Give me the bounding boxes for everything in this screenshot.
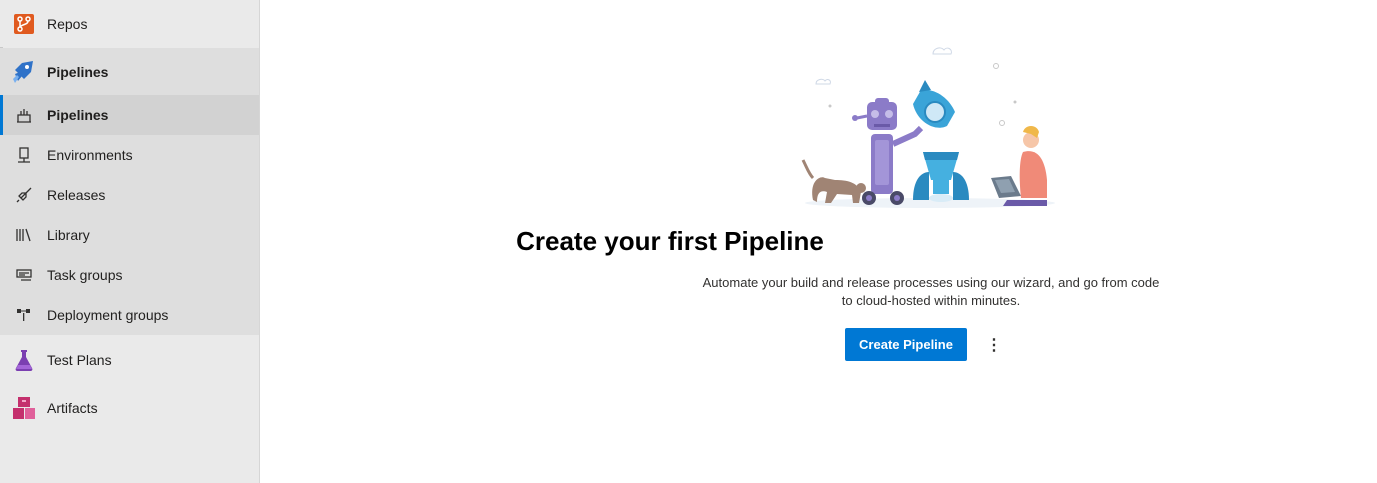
sidebar-item-pipelines[interactable]: Pipelines xyxy=(0,95,259,135)
page-title: Create your first Pipeline xyxy=(516,226,824,256)
deployment-groups-icon xyxy=(14,305,34,325)
pipeline-icon xyxy=(14,105,34,125)
sidebar-item-label: Artifacts xyxy=(47,400,98,416)
task-groups-icon xyxy=(14,265,34,285)
sidebar-item-artifacts[interactable]: Artifacts xyxy=(0,384,259,432)
repos-icon xyxy=(12,12,36,36)
pipelines-icon xyxy=(12,60,36,84)
sidebar-item-label: Task groups xyxy=(47,267,123,283)
create-pipeline-button[interactable]: Create Pipeline xyxy=(845,328,967,361)
environments-icon xyxy=(14,145,34,165)
sidebar-item-pipelines-group[interactable]: Pipelines xyxy=(0,48,259,96)
more-options-icon[interactable]: ⋮ xyxy=(983,333,1005,357)
rocket-icon xyxy=(14,185,34,205)
sidebar-item-repos[interactable]: Repos xyxy=(0,0,259,48)
sidebar-item-label: Deployment groups xyxy=(47,307,169,323)
pipeline-illustration xyxy=(795,40,1065,210)
sidebar-item-label: Repos xyxy=(47,16,88,32)
sidebar-item-label: Releases xyxy=(47,187,106,203)
sidebar-item-test-plans[interactable]: Test Plans xyxy=(0,336,259,384)
artifacts-icon xyxy=(12,396,36,420)
sidebar-item-releases[interactable]: Releases xyxy=(0,175,259,215)
sidebar-item-label: Environments xyxy=(47,147,133,163)
main-content: Create your first Pipeline Automate your… xyxy=(260,0,1377,483)
sidebar-item-environments[interactable]: Environments xyxy=(0,135,259,175)
sidebar-item-label: Test Plans xyxy=(47,352,112,368)
page-description: Automate your build and release processe… xyxy=(702,275,1160,308)
sidebar-item-task-groups[interactable]: Task groups xyxy=(0,255,259,295)
sidebar-item-label: Pipelines xyxy=(47,107,109,123)
sidebar-item-deployment-groups[interactable]: Deployment groups xyxy=(0,295,259,335)
sidebar-item-label: Pipelines xyxy=(47,64,109,80)
test-plans-icon xyxy=(12,348,36,372)
